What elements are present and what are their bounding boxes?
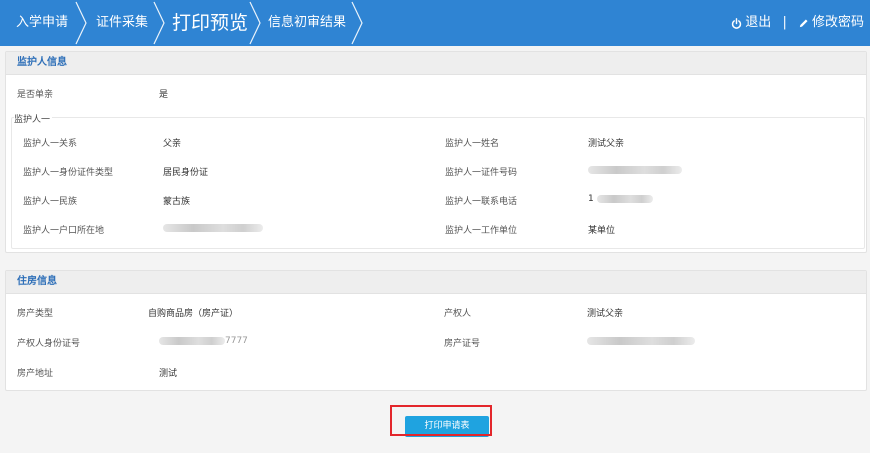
id-number-value-redacted xyxy=(588,165,682,175)
nav-step-documents[interactable]: 证件采集 xyxy=(96,0,148,46)
chevron-right-icon xyxy=(75,1,87,45)
property-type-value: 自购商品房（房产证） xyxy=(148,309,239,319)
id-type-label: 监护人一身份证件类型 xyxy=(23,168,114,178)
guardian-panel: 监护人信息 是否单亲 是 监护人一 监护人一关系 父亲 监护人一姓名 测试父亲 … xyxy=(5,51,867,253)
nav-step-review-result[interactable]: 信息初审结果 xyxy=(268,0,346,46)
guardian-name-label: 监护人一姓名 xyxy=(445,139,500,149)
owner-value: 测试父亲 xyxy=(587,309,624,319)
chevron-right-icon xyxy=(153,1,165,45)
redacted-id-number xyxy=(588,165,682,174)
phone-visible-digit: 1 xyxy=(588,194,594,204)
redacted-property-cert xyxy=(587,336,695,345)
logout-button[interactable]: 退出 xyxy=(731,0,771,47)
ethnicity-value: 蒙古族 xyxy=(163,197,191,207)
employer-label: 监护人一工作单位 xyxy=(445,226,518,236)
nav-separator: | xyxy=(782,15,787,31)
owner-id-value: 7777 xyxy=(159,336,248,346)
phone-value: 1 xyxy=(588,194,653,204)
chevron-right-icon xyxy=(249,1,261,45)
relation-label: 监护人一关系 xyxy=(23,139,78,149)
id-type-value: 居民身份证 xyxy=(163,168,209,178)
redacted-owner-id xyxy=(159,336,225,345)
single-parent-value: 是 xyxy=(159,90,169,100)
ethnicity-label: 监护人一民族 xyxy=(23,197,78,207)
phone-label: 监护人一联系电话 xyxy=(445,197,518,207)
user-actions: 退出 | 修改密码 xyxy=(731,0,864,46)
relation-value: 父亲 xyxy=(163,139,182,149)
guardian-panel-title: 监护人信息 xyxy=(6,52,866,75)
property-address-label: 房产地址 xyxy=(17,369,54,379)
redacted-phone xyxy=(596,194,653,203)
change-password-label: 修改密码 xyxy=(811,15,864,30)
guardian-one-group: 监护人一 监护人一关系 父亲 监护人一姓名 测试父亲 监护人一身份证件类型 居民… xyxy=(11,112,865,249)
property-address-value: 测试 xyxy=(159,369,178,379)
nav-step-print-preview[interactable]: 打印预览 xyxy=(172,0,248,46)
nav-step-apply[interactable]: 入学申请 xyxy=(16,0,68,46)
owner-id-label: 产权人身份证号 xyxy=(17,339,81,349)
property-cert-value-redacted xyxy=(587,336,695,346)
guardian-name-value: 测试父亲 xyxy=(588,139,625,149)
chevron-right-icon xyxy=(351,1,363,45)
top-nav-bar: 入学申请 证件采集 打印预览 信息初审结果 退出 | 修改密码 xyxy=(0,0,870,46)
employer-value: 某单位 xyxy=(588,226,616,236)
power-icon xyxy=(732,17,742,29)
owner-id-suffix: 7777 xyxy=(225,336,248,346)
single-parent-label: 是否单亲 xyxy=(17,90,54,100)
redacted-hukou xyxy=(163,223,263,232)
change-password-button[interactable]: 修改密码 xyxy=(798,0,864,47)
housing-panel: 住房信息 房产类型 自购商品房（房产证） 产权人 测试父亲 产权人身份证号 77… xyxy=(5,270,867,391)
highlight-box xyxy=(390,405,492,436)
housing-panel-title: 住房信息 xyxy=(6,271,866,294)
owner-label: 产权人 xyxy=(444,309,472,319)
hukou-label: 监护人一户口所在地 xyxy=(23,226,105,236)
pencil-icon xyxy=(799,18,808,27)
id-number-label: 监护人一证件号码 xyxy=(445,168,518,178)
property-cert-label: 房产证号 xyxy=(444,339,481,349)
hukou-value-redacted xyxy=(163,223,263,233)
property-type-label: 房产类型 xyxy=(17,309,54,319)
guardian-one-group-title: 监护人一 xyxy=(14,112,53,125)
logout-label: 退出 xyxy=(745,15,772,30)
